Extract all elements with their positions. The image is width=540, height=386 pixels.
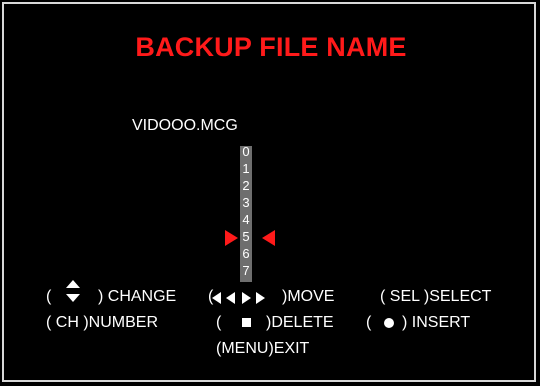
delete-label: )DELETE	[266, 314, 334, 331]
digit-4[interactable]: 4	[240, 213, 252, 227]
square-stop-icon	[242, 318, 251, 327]
page-title: BACKUP FILE NAME	[135, 32, 407, 62]
digit-3[interactable]: 3	[240, 196, 252, 210]
digit-1[interactable]: 1	[240, 162, 252, 176]
selection-right-pointer-icon	[225, 230, 238, 246]
change-open-paren: (	[46, 288, 52, 305]
number-label: ( CH )NUMBER	[46, 314, 158, 331]
digit-0[interactable]: 0	[240, 145, 252, 159]
digit-7[interactable]: 7	[240, 264, 252, 278]
left-right-arrows-icon	[212, 292, 282, 306]
digit-selector[interactable]: 0 1 2 3 4 5 6 7	[240, 145, 252, 282]
move-label: )MOVE	[282, 288, 335, 305]
exit-label: (MENU)EXIT	[216, 340, 310, 357]
insert-label: ) INSERT	[402, 314, 471, 331]
filename-display: VIDOOO.MCG	[132, 117, 238, 134]
osd-panel: BACKUP FILE NAME VIDOOO.MCG 0 1 2 3 4 5 …	[2, 2, 536, 382]
change-label: ) CHANGE	[98, 288, 177, 305]
digit-6[interactable]: 6	[240, 247, 252, 261]
delete-open-paren: (	[216, 314, 222, 331]
selection-left-pointer-icon	[262, 230, 275, 246]
osd-screen: BACKUP FILE NAME VIDOOO.MCG 0 1 2 3 4 5 …	[0, 0, 540, 386]
insert-open-paren: (	[366, 314, 372, 331]
digit-5-selected[interactable]: 5	[240, 230, 252, 244]
digit-2[interactable]: 2	[240, 179, 252, 193]
circle-dot-icon	[384, 318, 394, 328]
select-label: ( SEL )SELECT	[380, 288, 492, 305]
